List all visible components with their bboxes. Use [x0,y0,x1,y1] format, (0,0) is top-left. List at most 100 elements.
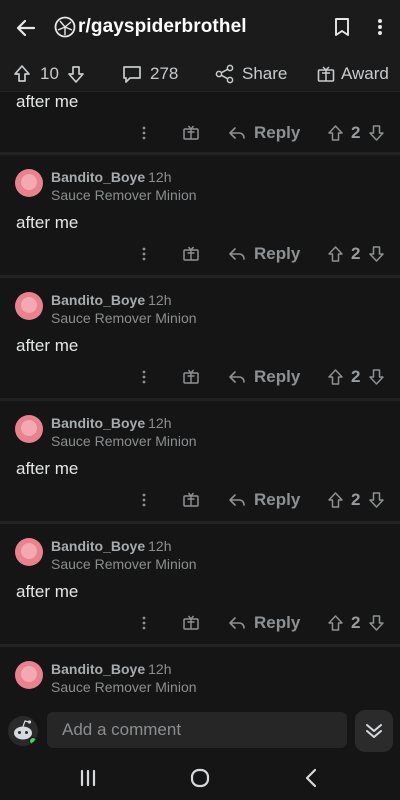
downvote-icon[interactable] [368,120,385,146]
reply-label: Reply [254,613,301,632]
double-chevron-down-icon [366,724,382,738]
comment-body: after me [16,582,79,601]
comments-button[interactable]: 278 [121,63,178,85]
comment-item: Bandito_Boye 12h Sauce Remover Minion [0,647,400,706]
comment-item: Bandito_Boye 12h Sauce Remover Minion aft… [0,278,400,398]
user-flair: Sauce Remover Minion [51,679,197,695]
downvote-icon[interactable] [368,487,385,513]
award-icon [317,66,335,82]
subreddit-icon[interactable] [54,16,76,38]
comment-score: 2 [351,613,361,632]
user-avatar[interactable] [8,716,38,746]
avatar[interactable] [15,538,43,566]
home-icon[interactable] [188,766,212,790]
upvote-icon[interactable] [327,120,344,146]
downvote-icon[interactable] [368,610,385,636]
upvote-icon[interactable] [327,241,344,267]
share-icon [215,64,234,84]
more-options-icon[interactable] [137,120,151,146]
post-vote-count: 10 [40,64,59,83]
reply-arrow-icon [229,617,245,629]
subreddit-title[interactable]: r/gayspiderbrothel [78,16,247,38]
reply-label: Reply [254,367,301,386]
comment-time: 12h [148,292,172,308]
share-button[interactable]: Share [214,63,287,85]
comment-feed[interactable]: after me Reply 2 Bandito_Boye 12h Sauce … [0,92,400,706]
comment-item: Bandito_Boye 12h Sauce Remover Minion aft… [0,524,400,644]
avatar[interactable] [15,661,43,689]
comment-item: Bandito_Boye 12h Sauce Remover Minion aft… [0,401,400,521]
user-flair: Sauce Remover Minion [51,187,197,203]
award-button[interactable]: Award [316,63,389,85]
award-icon[interactable] [181,364,201,390]
more-options-icon[interactable] [137,364,151,390]
online-status-dot [29,737,37,745]
upvote-icon[interactable] [327,610,344,636]
comment-author[interactable]: Bandito_Boye 12h [51,415,171,431]
reply-label: Reply [254,490,301,509]
comment-author[interactable]: Bandito_Boye 12h [51,538,171,554]
downvote-icon[interactable] [66,64,86,84]
reply-button[interactable]: Reply [228,241,300,267]
comment-actions: Reply 2 [0,120,400,146]
downvote-icon[interactable] [368,241,385,267]
comment-actions: Reply 2 [0,487,400,513]
comment-time: 12h [148,169,172,185]
comment-score: 2 [351,367,361,386]
user-flair: Sauce Remover Minion [51,433,197,449]
reply-button[interactable]: Reply [228,610,300,636]
comment-time: 12h [148,538,172,554]
comment-score: 2 [351,123,361,142]
comment-author[interactable]: Bandito_Boye 12h [51,292,171,308]
comment-item: Bandito_Boye 12h Sauce Remover Minion aft… [0,155,400,275]
comment-time: 12h [148,661,172,677]
comment-time: 12h [148,415,172,431]
award-icon[interactable] [181,487,201,513]
reply-button[interactable]: Reply [228,487,300,513]
avatar[interactable] [15,415,43,443]
reply-arrow-icon [229,371,245,383]
bookmark-icon[interactable] [331,16,353,38]
reply-button[interactable]: Reply [228,120,300,146]
comment-bubble-icon [123,66,141,83]
comment-score: 2 [351,490,361,509]
award-icon[interactable] [181,610,201,636]
award-label: Award [341,64,389,83]
collapse-comments-button[interactable] [355,710,393,752]
reply-button[interactable]: Reply [228,364,300,390]
system-nav-bar [0,756,400,800]
award-icon[interactable] [181,241,201,267]
user-flair: Sauce Remover Minion [51,556,197,572]
back-icon[interactable] [300,766,324,790]
avatar[interactable] [15,169,43,197]
recent-apps-icon[interactable] [76,766,100,790]
more-vert-icon[interactable] [369,16,391,38]
reply-label: Reply [254,244,301,263]
comment-body: after me [16,459,79,478]
more-options-icon[interactable] [137,241,151,267]
avatar[interactable] [15,292,43,320]
comment-author[interactable]: Bandito_Boye 12h [51,169,171,185]
upvote-icon[interactable] [12,64,32,84]
top-app-bar: r/gayspiderbrothel [0,0,400,56]
upvote-icon[interactable] [327,364,344,390]
comment-count: 278 [150,64,179,83]
downvote-icon[interactable] [368,364,385,390]
post-action-bar: 10 278 Share Award [0,56,400,92]
comment-author[interactable]: Bandito_Boye 12h [51,661,171,677]
more-options-icon[interactable] [137,610,151,636]
more-options-icon[interactable] [137,487,151,513]
add-comment-input[interactable] [47,712,347,748]
upvote-icon[interactable] [327,487,344,513]
share-label: Share [242,64,288,83]
comment-body: after me [16,336,79,355]
award-icon[interactable] [181,120,201,146]
post-vote-group: 10 [12,63,86,85]
comment-body: after me [16,213,79,232]
comment-actions: Reply 2 [0,610,400,636]
reply-arrow-icon [229,494,245,506]
comment-actions: Reply 2 [0,364,400,390]
reply-arrow-icon [229,127,245,139]
back-arrow-icon[interactable] [12,14,40,42]
comment-composer [0,706,400,756]
